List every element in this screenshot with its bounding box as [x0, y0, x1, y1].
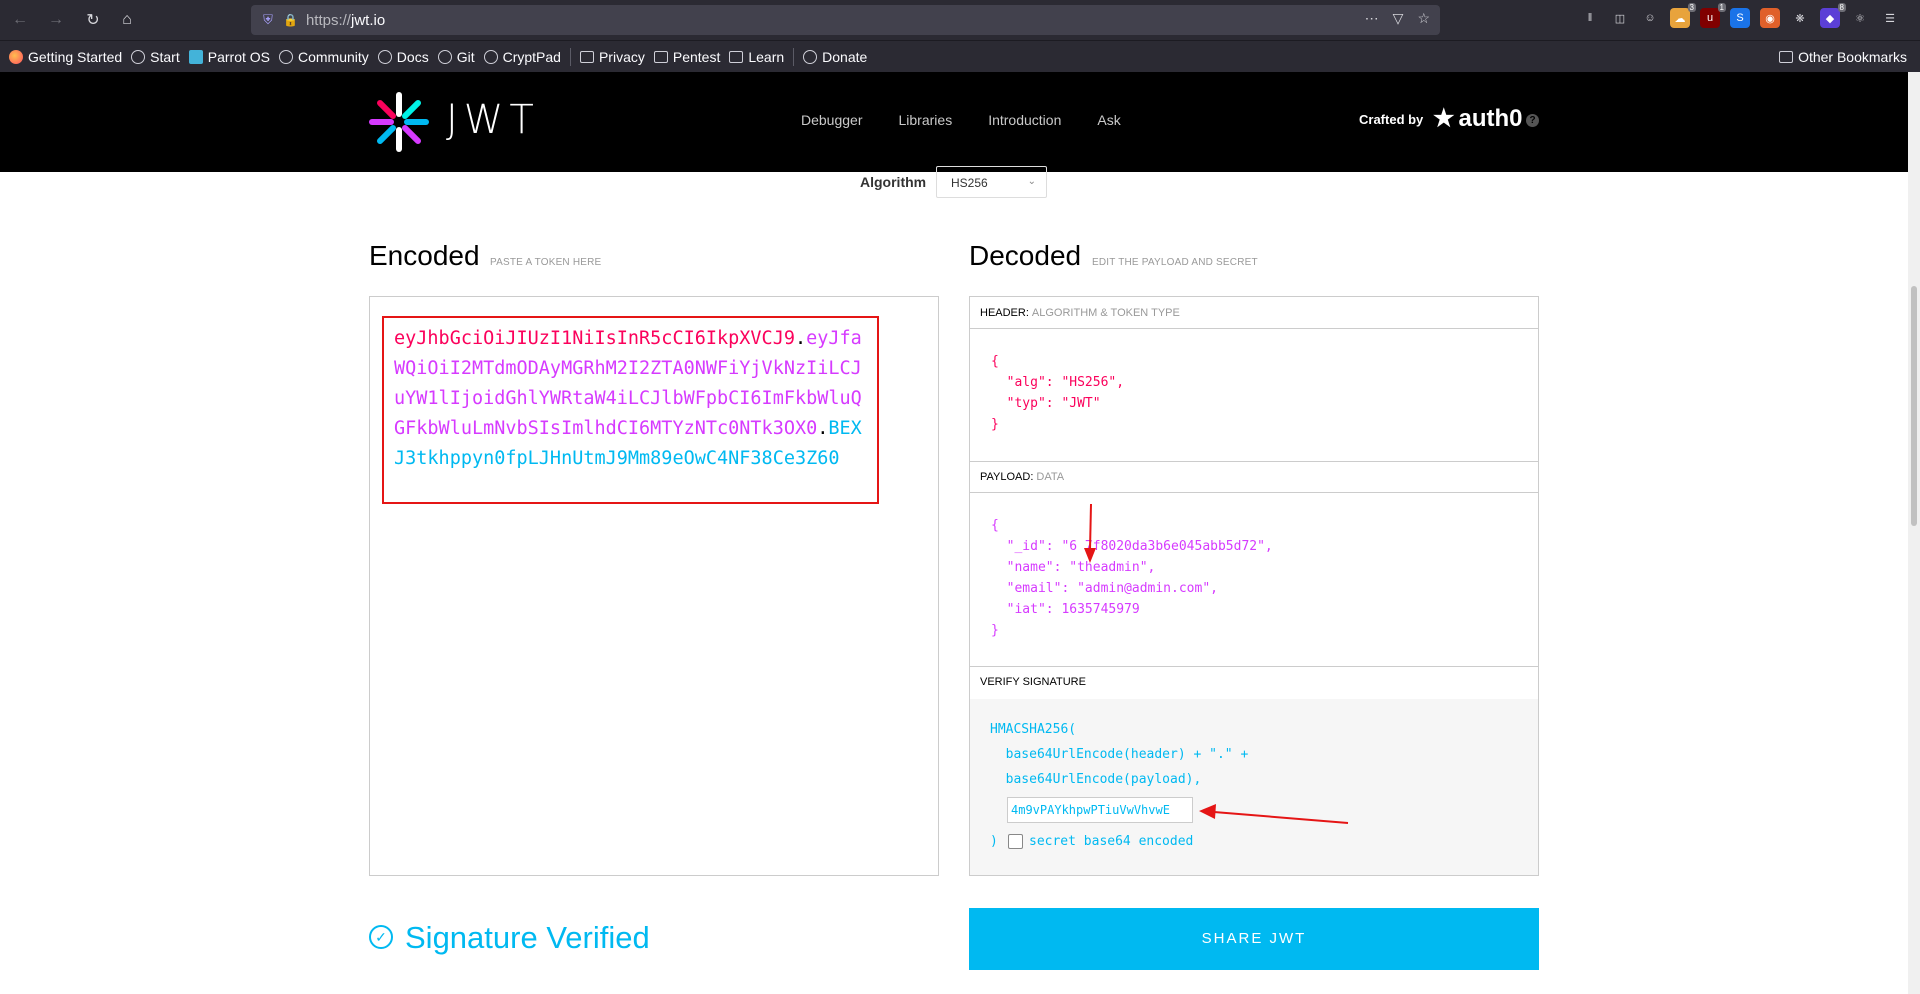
secret-input[interactable]: 4m9vPAYkhpwPTiuVwVhvwE — [1007, 797, 1193, 823]
crafted-by-label: Crafted by — [1359, 112, 1424, 127]
token-header-part: eyJhbGciOiJIUzI1NiIsInR5cCI6IkpXVCJ9 — [394, 328, 795, 349]
signature-verified-status: Signature Verified — [405, 920, 650, 955]
library-icon[interactable]: ‖ — [1580, 8, 1600, 28]
payload-json-editor[interactable]: { "_id": "6 7f8020da3b6e045abb5d72", "na… — [991, 515, 1273, 641]
globe-icon — [131, 49, 146, 64]
cookie-icon[interactable]: ❋ — [1790, 8, 1810, 28]
bookmark-getting-started[interactable]: Getting Started — [9, 49, 122, 65]
algorithm-select[interactable]: HS256 ⌄ — [936, 166, 1047, 198]
close-paren: ) — [990, 834, 998, 849]
bookmark-donate[interactable]: Donate — [803, 49, 867, 65]
extension-cube-icon[interactable]: ◆ 8 — [1820, 3, 1846, 28]
nav-libraries[interactable]: Libraries — [899, 112, 953, 128]
scrollbar-thumb[interactable] — [1911, 286, 1917, 526]
url-bar[interactable]: ⛨ 🔒 https://jwt.io ⋯ ▽ ☆ — [251, 5, 1440, 35]
secret-base64-checkbox[interactable] — [1008, 834, 1023, 849]
globe-icon — [483, 49, 498, 64]
decoded-title: Decoded — [969, 240, 1082, 271]
globe-icon — [437, 49, 452, 64]
bookmark-star-icon[interactable]: ☆ — [1417, 10, 1430, 27]
bookmark-other[interactable]: Other Bookmarks — [1779, 49, 1907, 65]
tracking-shield-icon[interactable]: ⛨ — [259, 11, 277, 29]
auth0-logo[interactable]: ★ auth0 — [1433, 104, 1523, 133]
page-scrollbar[interactable] — [1908, 72, 1920, 994]
help-icon[interactable]: ? — [1526, 114, 1539, 127]
encoded-title: Encoded — [369, 240, 480, 271]
nav-debugger[interactable]: Debugger — [801, 112, 863, 128]
header-section-title: HEADER: ALGORITHM & TOKEN TYPE — [970, 297, 1538, 329]
main-menu: Debugger Libraries Introduction Ask — [801, 112, 1157, 128]
folder-icon — [653, 50, 668, 63]
page-actions-icon[interactable]: ⋯ — [1365, 10, 1379, 27]
bookmark-community[interactable]: Community — [279, 49, 369, 65]
browser-toolbar: ← → ↻ ⌂ ⛨ 🔒 https://jwt.io ⋯ ▽ ☆ ‖ ◫ ☺ ☁… — [0, 0, 1920, 40]
bookmark-parrot-os[interactable]: Parrot OS — [188, 49, 270, 65]
verify-section-title: VERIFY SIGNATURE — [980, 676, 1086, 688]
bookmark-separator — [793, 47, 795, 66]
bookmark-folder-privacy[interactable]: Privacy — [579, 49, 645, 65]
annotation-arrow-left — [1199, 804, 1349, 824]
back-icon[interactable]: ← — [6, 6, 34, 34]
bookmark-separator — [569, 47, 571, 66]
algorithm-label: Algorithm — [860, 174, 927, 190]
share-jwt-button[interactable]: SHARE JWT — [969, 908, 1539, 970]
bookmark-cryptpad[interactable]: CryptPad — [483, 49, 561, 65]
folder-icon — [1779, 50, 1794, 63]
extension-s-icon[interactable]: S — [1730, 8, 1750, 28]
logo-text[interactable]: JWT — [446, 97, 540, 143]
secret-base64-label[interactable]: secret base64 encoded — [1029, 829, 1193, 854]
decoded-subtitle: EDIT THE PAYLOAD AND SECRET — [1092, 257, 1258, 268]
extension-icon[interactable]: ☁ 3 — [1670, 3, 1696, 28]
home-icon[interactable]: ⌂ — [113, 6, 141, 34]
bookmarks-bar: Getting Started Start Parrot OS Communit… — [0, 40, 1920, 72]
menu-icon[interactable]: ☰ — [1880, 8, 1900, 28]
jwt-logo-icon[interactable] — [369, 92, 429, 152]
pocket-icon[interactable]: ▽ — [1393, 10, 1404, 27]
account-icon[interactable]: ☺ — [1640, 8, 1660, 28]
react-devtools-icon[interactable]: ⚛ — [1850, 8, 1870, 28]
bookmark-folder-learn[interactable]: Learn — [729, 49, 784, 65]
bookmark-docs[interactable]: Docs — [377, 49, 429, 65]
verify-signature-body: HMACSHA256( base64UrlEncode(header) + ".… — [970, 699, 1538, 875]
site-header: JWT Debugger Libraries Introduction Ask … — [0, 72, 1908, 172]
page-content: JWT Debugger Libraries Introduction Ask … — [0, 72, 1920, 994]
folder-icon — [729, 50, 744, 63]
folder-icon — [579, 50, 594, 63]
sidebar-icon[interactable]: ◫ — [1610, 8, 1630, 28]
lock-icon[interactable]: 🔒 — [283, 13, 298, 27]
bookmark-folder-pentest[interactable]: Pentest — [653, 49, 720, 65]
payload-section-title: PAYLOAD: DATA — [970, 461, 1538, 493]
annotation-arrow-down — [1084, 503, 1096, 563]
verify-code: HMACSHA256( base64UrlEncode(header) + ".… — [990, 722, 1249, 787]
check-circle-icon: ✓ — [369, 925, 393, 949]
bookmark-start[interactable]: Start — [131, 49, 180, 65]
chevron-down-icon: ⌄ — [1027, 176, 1036, 187]
decoded-panel: HEADER: ALGORITHM & TOKEN TYPE { "alg": "… — [969, 296, 1539, 876]
encoded-token-text[interactable]: eyJhbGciOiJIUzI1NiIsInR5cCI6IkpXVCJ9.eyJ… — [394, 324, 872, 474]
nav-introduction[interactable]: Introduction — [988, 112, 1061, 128]
globe-icon — [803, 49, 818, 64]
firefox-icon — [9, 49, 23, 64]
reload-icon[interactable]: ↻ — [79, 6, 107, 34]
ublock-icon[interactable]: u1 — [1700, 3, 1726, 28]
auth0-star-icon: ★ — [1433, 105, 1455, 132]
header-json-editor[interactable]: { "alg": "HS256", "typ": "JWT" } — [991, 351, 1124, 435]
forward-icon[interactable]: → — [42, 6, 70, 34]
encoded-subtitle: PASTE A TOKEN HERE — [490, 257, 602, 268]
nav-ask[interactable]: Ask — [1097, 112, 1120, 128]
parrot-icon — [188, 49, 203, 64]
globe-icon — [279, 49, 293, 64]
fox-extension-icon[interactable]: ◉ — [1760, 8, 1780, 28]
url-text[interactable]: https://jwt.io — [306, 12, 385, 29]
bookmark-git[interactable]: Git — [437, 49, 475, 65]
globe-icon — [377, 49, 392, 64]
